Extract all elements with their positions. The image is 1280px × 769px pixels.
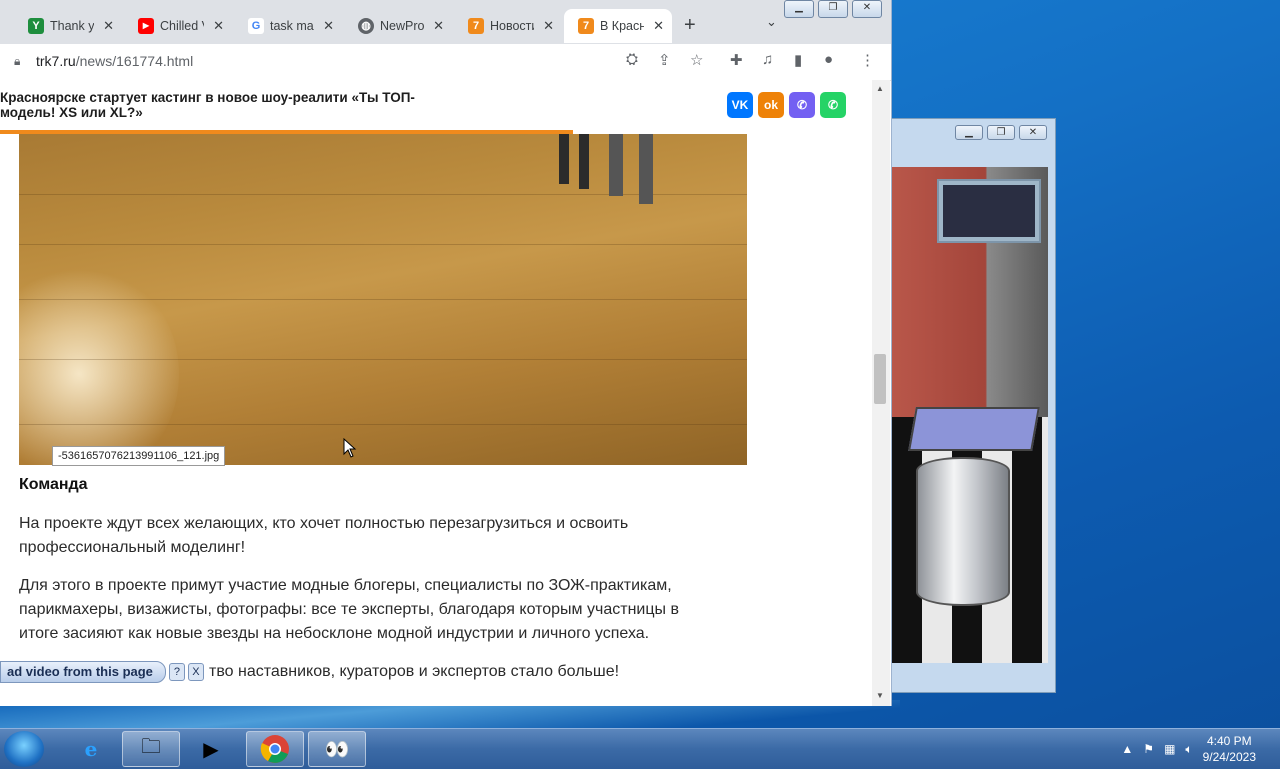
vertical-scrollbar[interactable]: ▲ ▼ (872, 80, 890, 706)
file-explorer-icon[interactable]: 🗀 (122, 731, 180, 767)
scene-monitor[interactable] (937, 179, 1041, 243)
download-video-button[interactable]: ad video from this page (0, 661, 166, 683)
scroll-up-arrow-icon[interactable]: ▲ (876, 84, 884, 93)
browser-window[interactable]: Y Thank you ✕ ▶ Chilled V ✕ G task man ✕… (0, 0, 892, 706)
scene-star-plate[interactable] (908, 407, 1040, 451)
minimize-button[interactable]: ▁ (784, 0, 814, 18)
media-control-icon[interactable]: ♫ (762, 51, 773, 68)
tray-expand-icon[interactable]: ▲ (1121, 742, 1133, 756)
tab-bar: Y Thank you ✕ ▶ Chilled V ✕ G task man ✕… (0, 0, 891, 44)
media-player-icon[interactable]: ▶ (182, 731, 240, 767)
profile-avatar-icon[interactable]: ● (824, 51, 833, 68)
close-button[interactable]: ✕ (852, 0, 882, 18)
share-icon[interactable]: ⇪ (658, 51, 671, 69)
people-legs (559, 134, 653, 204)
menu-kebab-icon[interactable]: ⋮ (860, 51, 875, 69)
tab-close-icon[interactable]: ✕ (213, 18, 224, 34)
help-button[interactable]: ? (168, 663, 185, 681)
start-button[interactable] (4, 731, 44, 767)
tab-search-chevron-icon[interactable]: ⌄ (766, 14, 777, 30)
game-eyes-icon[interactable]: 👀 (308, 731, 366, 767)
game-scene[interactable] (892, 167, 1048, 663)
side-panel-icon[interactable]: ▮ (794, 51, 802, 69)
taskbar-clock[interactable]: 4:40 PM 9/24/2023 (1203, 733, 1256, 765)
tab-newprof[interactable]: ◍ NewProf ✕ (344, 9, 452, 43)
new-tab-button[interactable]: + (684, 14, 696, 37)
chrome-icon[interactable] (246, 731, 304, 767)
ok-share-button[interactable]: ok (758, 92, 784, 118)
network-icon[interactable]: ▦ (1164, 742, 1175, 756)
maximize-button[interactable]: ❐ (818, 0, 848, 18)
maximize-button[interactable]: ❐ (987, 125, 1015, 140)
article-photo[interactable] (19, 134, 747, 465)
globe-icon: ◍ (358, 18, 374, 34)
translate-icon[interactable]: ⛭ (626, 51, 638, 68)
article-paragraph: На проекте ждут всех желающих, кто хочет… (19, 515, 629, 556)
article-paragraph: Для этого в проекте примут участие модны… (19, 577, 679, 642)
volume-muted-icon[interactable]: 🔈︎ (1185, 742, 1192, 757)
url-field[interactable]: trk7.ru/news/161774.html (36, 53, 193, 69)
tab-thank-you[interactable]: Y Thank you ✕ (14, 9, 122, 43)
trk7-icon: 7 (468, 18, 484, 34)
scroll-down-arrow-icon[interactable]: ▼ (876, 691, 884, 700)
vk-share-button[interactable]: VK (727, 92, 753, 118)
bookmark-star-icon[interactable]: ☆ (690, 51, 703, 69)
tab-close-icon[interactable]: ✕ (543, 18, 554, 34)
windows-taskbar: e 🗀 ▶ 👀 ▲ ⚑ ▦ 🔈︎ 4:40 PM 9/24/2023 (0, 728, 1280, 769)
tab-novosti[interactable]: 7 Новости ✕ (454, 9, 562, 43)
tab-google[interactable]: G task man ✕ (234, 9, 342, 43)
close-button[interactable]: ✕ (1019, 125, 1047, 140)
extensions-icon[interactable]: ✚ (730, 51, 743, 69)
tab-close-icon[interactable]: ✕ (433, 18, 444, 34)
google-icon: G (248, 18, 264, 34)
system-tray: ▲ ⚑ ▦ 🔈︎ 4:40 PM 9/24/2023 (1121, 729, 1280, 769)
tab-active-article[interactable]: 7 В Красн ✕ (564, 9, 672, 43)
tab-favicon-icon: Y (28, 18, 44, 34)
tray-flag-icon[interactable]: ⚑ (1143, 742, 1154, 756)
trk7-icon: 7 (578, 18, 594, 34)
address-bar: 🔒︎ trk7.ru/news/161774.html ⛭ ⇪ ☆ ✚ ♫ ▮ … (0, 44, 891, 81)
mouse-cursor-icon (343, 438, 357, 458)
image-filename-tooltip: -5361657076213991106_121.jpg (52, 446, 226, 466)
whatsapp-share-button[interactable]: ✆ (820, 92, 846, 118)
game-window[interactable]: ▁ ❐ ✕ (884, 118, 1056, 693)
tab-close-icon[interactable]: ✕ (103, 18, 114, 34)
scroll-thumb[interactable] (874, 354, 886, 404)
article-sticky-title: Красноярске стартует кастинг в новое шоу… (0, 90, 415, 120)
scene-trash-bin[interactable] (916, 457, 1010, 606)
section-heading: Команда (19, 476, 88, 493)
minimize-button[interactable]: ▁ (955, 125, 983, 140)
youtube-icon: ▶ (138, 18, 154, 34)
lock-icon[interactable]: 🔒︎ (14, 54, 20, 69)
video-download-bar: ad video from this page ? X (0, 661, 204, 683)
close-download-bar-button[interactable]: X (187, 663, 204, 681)
tab-youtube[interactable]: ▶ Chilled V ✕ (124, 9, 232, 43)
tab-close-icon[interactable]: ✕ (323, 18, 334, 34)
viber-share-button[interactable]: ✆ (789, 92, 815, 118)
internet-explorer-icon[interactable]: e (62, 731, 120, 767)
tab-close-icon[interactable]: ✕ (653, 18, 664, 34)
